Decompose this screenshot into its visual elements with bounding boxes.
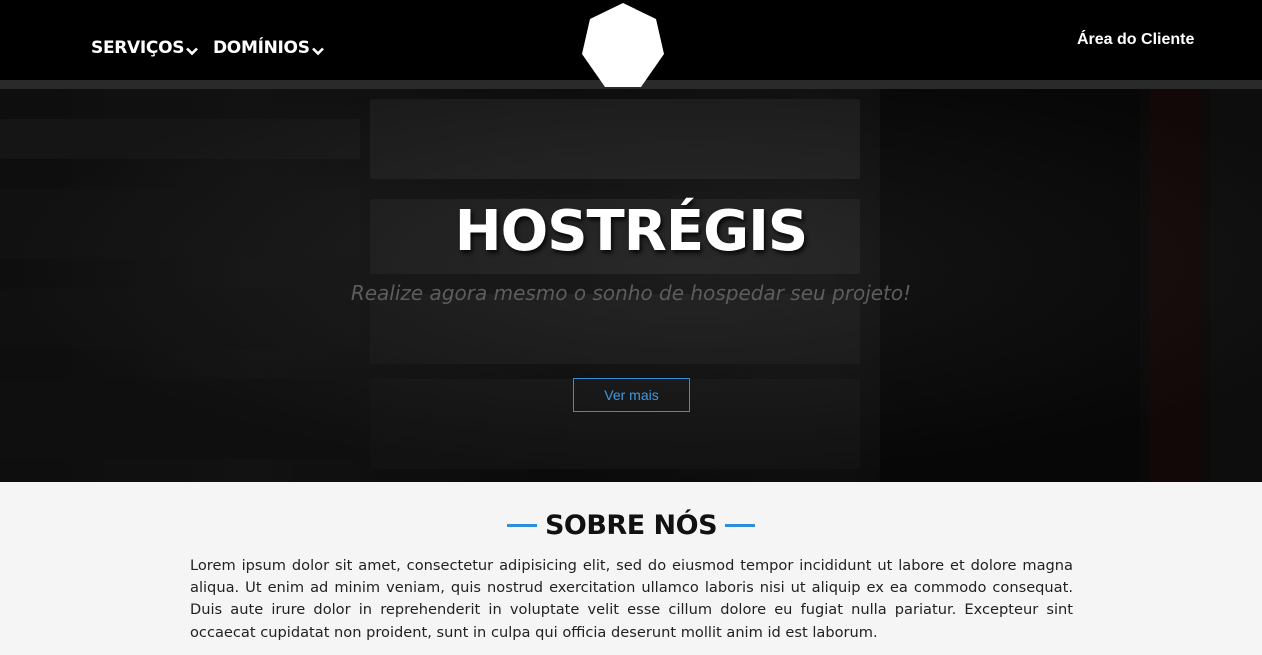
nav-item-services[interactable]: SERVIÇOS: [91, 35, 199, 61]
hero-banner: HOSTRÉGIS Realize agora mesmo o sonho de…: [0, 89, 1262, 482]
nav-item-label: SERVIÇOS: [91, 38, 185, 58]
see-more-button[interactable]: Ver mais: [573, 378, 690, 412]
hero-subtitle: Realize agora mesmo o sonho de hospedar …: [350, 281, 912, 305]
nav-item-label: DOMÍNIOS: [213, 38, 310, 58]
about-paragraph: Lorem ipsum dolor sit amet, consectetur …: [190, 557, 1073, 641]
chevron-down-icon: [186, 41, 199, 61]
nav-item-domains[interactable]: DOMÍNIOS: [213, 35, 324, 61]
heading-accent-line: [506, 524, 537, 527]
heading-accent-line: [725, 524, 756, 527]
chevron-down-icon: [311, 41, 324, 61]
about-heading: SOBRE NÓS: [0, 510, 1262, 541]
client-area-link[interactable]: Área do Cliente: [1077, 31, 1194, 49]
heptagon-logo-icon[interactable]: [580, 2, 666, 88]
about-title: SOBRE NÓS: [544, 510, 718, 541]
hero-title: HOSTRÉGIS: [454, 199, 809, 264]
